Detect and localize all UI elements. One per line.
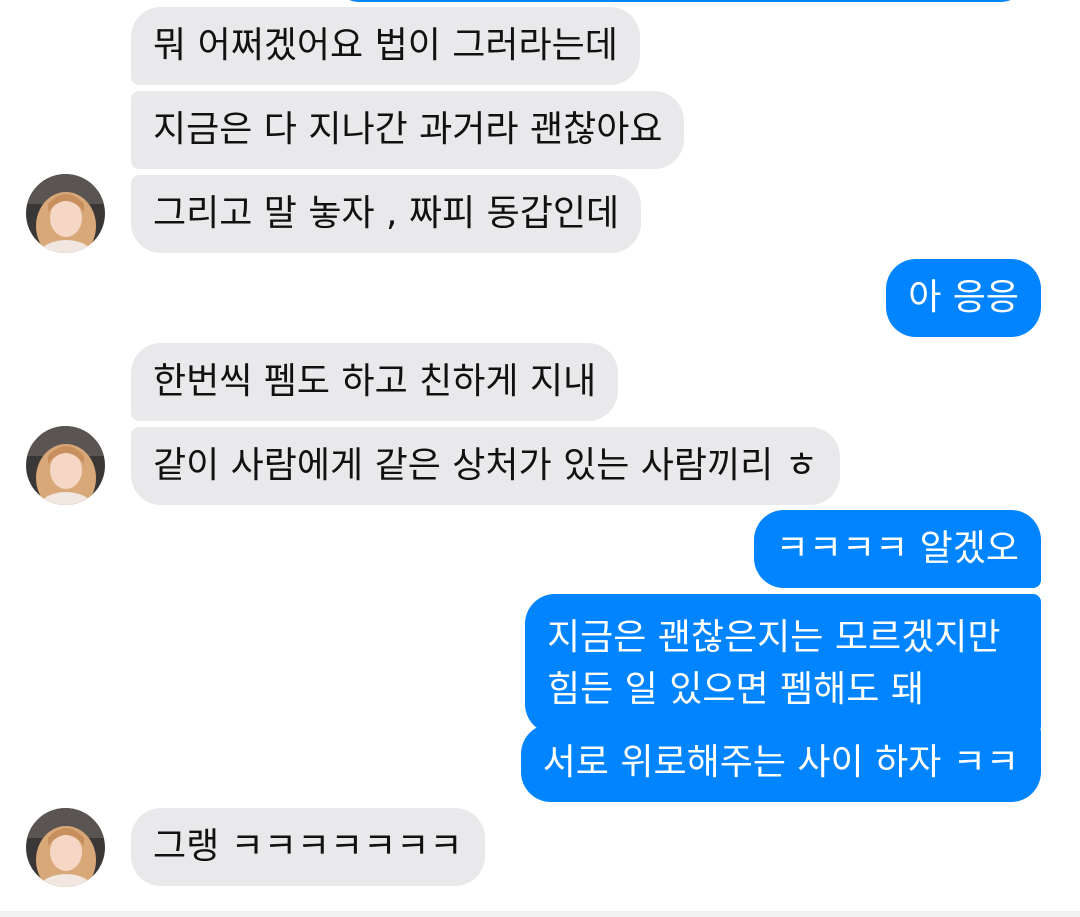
message-line: 힘든 일 있으면 펨해도 돼	[547, 669, 924, 710]
contact-avatar[interactable]	[26, 426, 105, 505]
incoming-message-bubble[interactable]: 지금은 다 지나간 과거라 괜찮아요	[131, 91, 685, 169]
profile-photo-icon	[26, 426, 105, 505]
outgoing-message-bubble[interactable]: 아 응응	[886, 259, 1041, 337]
message-line: 지금은 괜찮은지는 모르겠지만	[547, 617, 1001, 658]
contact-avatar[interactable]	[26, 174, 105, 253]
chat-thread[interactable]: 뭐 어쩌겠어요 법이 그러라는데 지금은 다 지나간 과거라 괜찮아요 그리고 …	[0, 0, 1080, 917]
incoming-message-bubble[interactable]: 같이 사람에게 같은 상처가 있는 사람끼리 ㅎ	[131, 427, 840, 505]
incoming-message-bubble[interactable]: 그랭 ㅋㅋㅋㅋㅋㅋㅋ	[131, 808, 485, 886]
incoming-message-bubble[interactable]: 한번씩 펨도 하고 친하게 지내	[131, 343, 619, 421]
profile-photo-icon	[26, 174, 105, 253]
outgoing-message-bubble[interactable]: 지금은 괜찮은지는 모르겠지만 힘든 일 있으면 펨해도 돼	[525, 594, 1041, 734]
profile-photo-icon	[26, 808, 105, 887]
incoming-message-bubble[interactable]: 뭐 어쩌겠어요 법이 그러라는데	[131, 7, 640, 85]
outgoing-message-bubble[interactable]: ㅋㅋㅋㅋ 알겠오	[753, 510, 1041, 588]
incoming-message-bubble[interactable]: 그리고 말 놓자 , 짜피 동갑인데	[131, 175, 642, 253]
previous-outgoing-bubble[interactable]	[330, 0, 1030, 2]
contact-avatar[interactable]	[26, 808, 105, 887]
composer-divider	[0, 911, 1080, 917]
outgoing-message-bubble[interactable]: 서로 위로해주는 사이 하자 ㅋㅋ	[520, 724, 1041, 802]
